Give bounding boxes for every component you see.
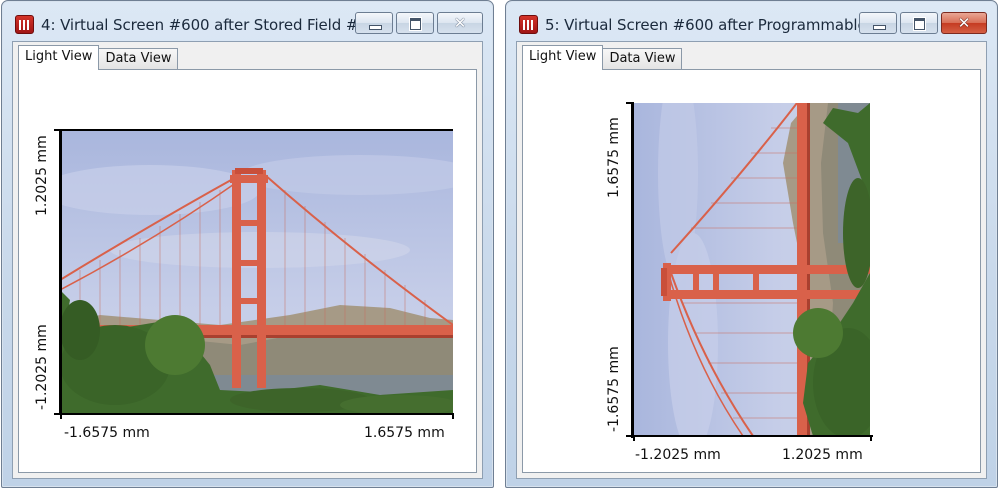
virtual-screen-window-4[interactable]: 4: Virtual Screen #600 after Stored Fiel… (1, 0, 494, 488)
x-axis-line (633, 435, 873, 437)
window-title: 5: Virtual Screen #600 after Programmabl… (545, 16, 865, 34)
x-axis-max-label: 1.6575 mm (364, 425, 445, 441)
y-axis-tick-bottom (54, 413, 61, 415)
maximize-icon (914, 18, 925, 30)
maximize-button[interactable] (396, 12, 434, 34)
close-button[interactable]: ✕ (437, 12, 483, 34)
minimize-icon (873, 25, 886, 30)
x-axis-tick-right (870, 435, 872, 441)
x-axis-min-label: -1.2025 mm (635, 447, 721, 463)
y-axis-max-label: 1.2025 mm (34, 135, 50, 216)
close-button[interactable]: ✕ (941, 12, 987, 34)
maximize-button[interactable] (900, 12, 938, 34)
bridge-photo-svg (60, 130, 453, 413)
close-icon: ✕ (957, 14, 971, 32)
golden-gate-bridge-image-rotated (633, 103, 870, 436)
y-axis-min-label: -1.6575 mm (606, 346, 622, 432)
tab-light-view[interactable]: Light View (522, 45, 604, 70)
app-logo-icon (15, 15, 34, 34)
x-axis-line-top (60, 129, 453, 131)
window-title: 4: Virtual Screen #600 after Stored Fiel… (41, 16, 361, 34)
close-icon: ✕ (453, 14, 467, 32)
view-tabs: Light View Data View (18, 45, 179, 70)
x-axis-max-label: 1.2025 mm (782, 447, 863, 463)
virtual-screen-window-5[interactable]: 5: Virtual Screen #600 after Programmabl… (505, 0, 998, 488)
golden-gate-bridge-image (60, 130, 453, 413)
view-tabs: Light View Data View (522, 45, 683, 70)
minimize-button[interactable] (859, 12, 897, 34)
window-client-area: Light View Data View (12, 41, 483, 479)
maximize-icon (410, 18, 421, 30)
bridge-photo-rotated-svg (633, 103, 870, 436)
x-axis-line (60, 413, 453, 415)
light-view-plot: -1.2025 mm 1.2025 mm 1.6575 mm -1.6575 m… (522, 69, 981, 473)
light-view-plot: -1.6575 mm 1.6575 mm 1.2025 mm -1.2025 m… (18, 69, 477, 473)
y-axis-tick-top (626, 102, 633, 104)
y-axis-min-label: -1.2025 mm (34, 324, 50, 410)
minimize-button[interactable] (355, 12, 393, 34)
tab-light-view[interactable]: Light View (18, 45, 100, 70)
minimize-icon (369, 25, 382, 30)
title-bar[interactable]: 4: Virtual Screen #600 after Stored Fiel… (2, 1, 493, 41)
x-axis-tick-left (633, 435, 635, 441)
app-logo-icon (519, 15, 538, 34)
tab-data-view[interactable]: Data View (98, 48, 179, 69)
y-axis-max-label: 1.6575 mm (606, 117, 622, 198)
title-bar[interactable]: 5: Virtual Screen #600 after Programmabl… (506, 1, 997, 41)
tab-data-view[interactable]: Data View (602, 48, 683, 69)
y-axis-line (59, 129, 62, 415)
y-axis-tick-bottom (626, 435, 633, 437)
window-client-area: Light View Data View (516, 41, 987, 479)
y-axis-tick-top (54, 129, 61, 131)
x-axis-min-label: -1.6575 mm (64, 425, 150, 441)
x-axis-tick-right (452, 413, 454, 419)
y-axis-line (631, 102, 634, 438)
